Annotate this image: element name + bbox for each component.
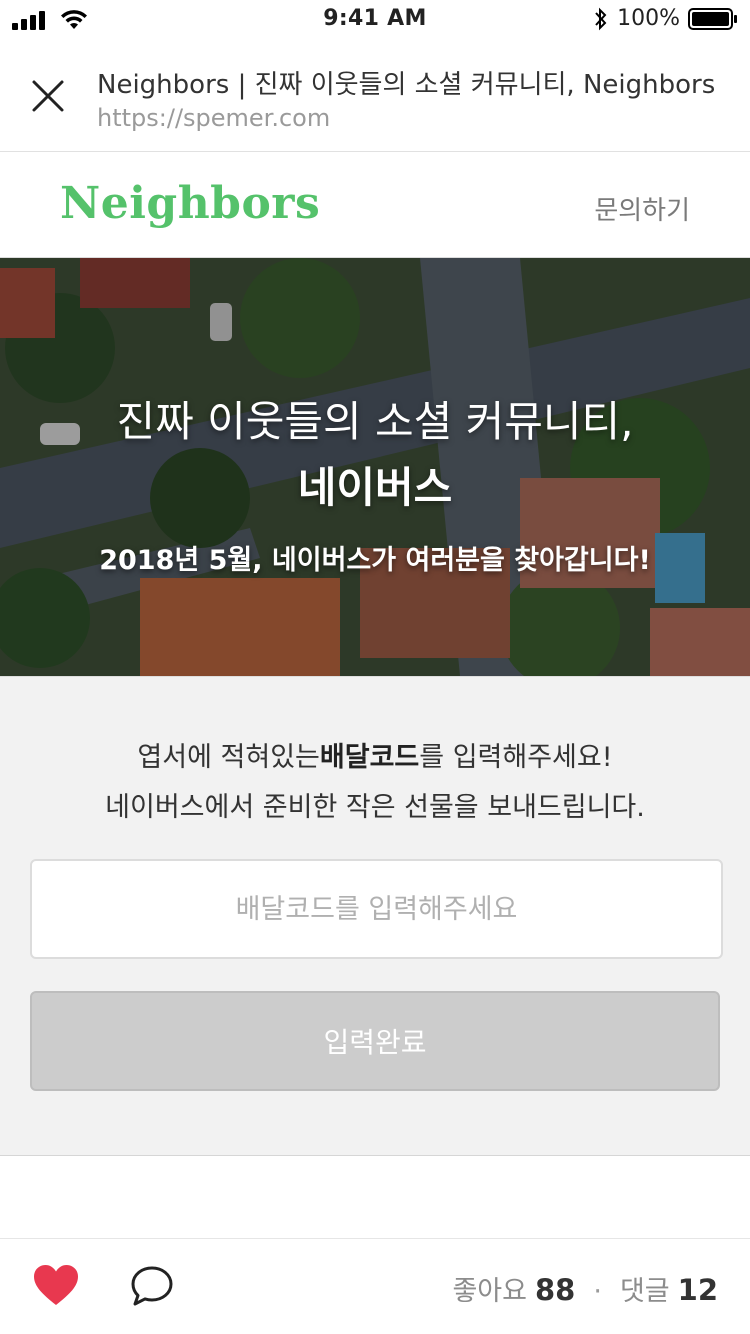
instruction-line-1: 엽서에 적혀있는배달코드를 입력해주세요!: [0, 733, 750, 783]
instruction-text-before: 엽서에 적혀있는: [137, 742, 320, 773]
page-url: https://spemer.com: [97, 104, 331, 132]
delivery-code-form: 엽서에 적혀있는배달코드를 입력해주세요! 네이버스에서 준비한 작은 선물을 …: [0, 676, 750, 1156]
battery-icon: [688, 7, 737, 30]
close-button[interactable]: [28, 76, 68, 116]
instruction-line-2: 네이버스에서 준비한 작은 선물을 보내드립니다.: [105, 792, 645, 823]
page-title: Neighbors | 진짜 이웃들의 소셜 커뮤니티, Neighbors: [97, 70, 716, 100]
stats-separator: ·: [593, 1276, 602, 1307]
delivery-code-input[interactable]: [30, 859, 723, 959]
close-icon: [32, 80, 64, 112]
battery-percent: 100%: [617, 6, 680, 31]
bluetooth-icon: [595, 7, 607, 30]
hero-brand: 네이버스: [297, 463, 453, 512]
hero-subtitle: 2018년 5월, 네이버스가 여러분을 찾아갑니다!: [99, 545, 651, 576]
bottom-action-bar: 좋아요 88 · 댓글 12: [0, 1238, 750, 1334]
instruction-highlight: 배달코드: [319, 742, 420, 773]
speech-bubble-icon: [131, 1266, 173, 1306]
comments-count: 12: [677, 1273, 718, 1307]
like-button[interactable]: [32, 1263, 80, 1311]
hero-title: 진짜 이웃들의 소셜 커뮤니티,: [116, 397, 634, 446]
form-instructions: 엽서에 적혀있는배달코드를 입력해주세요! 네이버스에서 준비한 작은 선물을 …: [0, 733, 750, 833]
browser-header: Neighbors | 진짜 이웃들의 소셜 커뮤니티, Neighbors h…: [0, 40, 750, 152]
likes-label: 좋아요: [452, 1276, 527, 1307]
instruction-text-after: 를 입력해주세요!: [419, 742, 613, 773]
submit-button[interactable]: 입력완료: [30, 991, 720, 1091]
status-right: 100%: [593, 6, 738, 31]
comment-button[interactable]: [130, 1265, 176, 1311]
likes-count: 88: [535, 1273, 576, 1307]
heart-icon: [34, 1265, 78, 1305]
status-bar: 9:41 AM 100%: [0, 0, 750, 40]
comments-label: 댓글: [619, 1276, 670, 1307]
site-nav: Neighbors 문의하기: [0, 152, 750, 258]
site-logo[interactable]: Neighbors: [60, 178, 320, 229]
contact-link[interactable]: 문의하기: [594, 190, 690, 227]
hero-banner: 진짜 이웃들의 소셜 커뮤니티, 네이버스 2018년 5월, 네이버스가 여러…: [0, 258, 750, 676]
engagement-stats: 좋아요 88 · 댓글 12: [452, 1269, 718, 1308]
